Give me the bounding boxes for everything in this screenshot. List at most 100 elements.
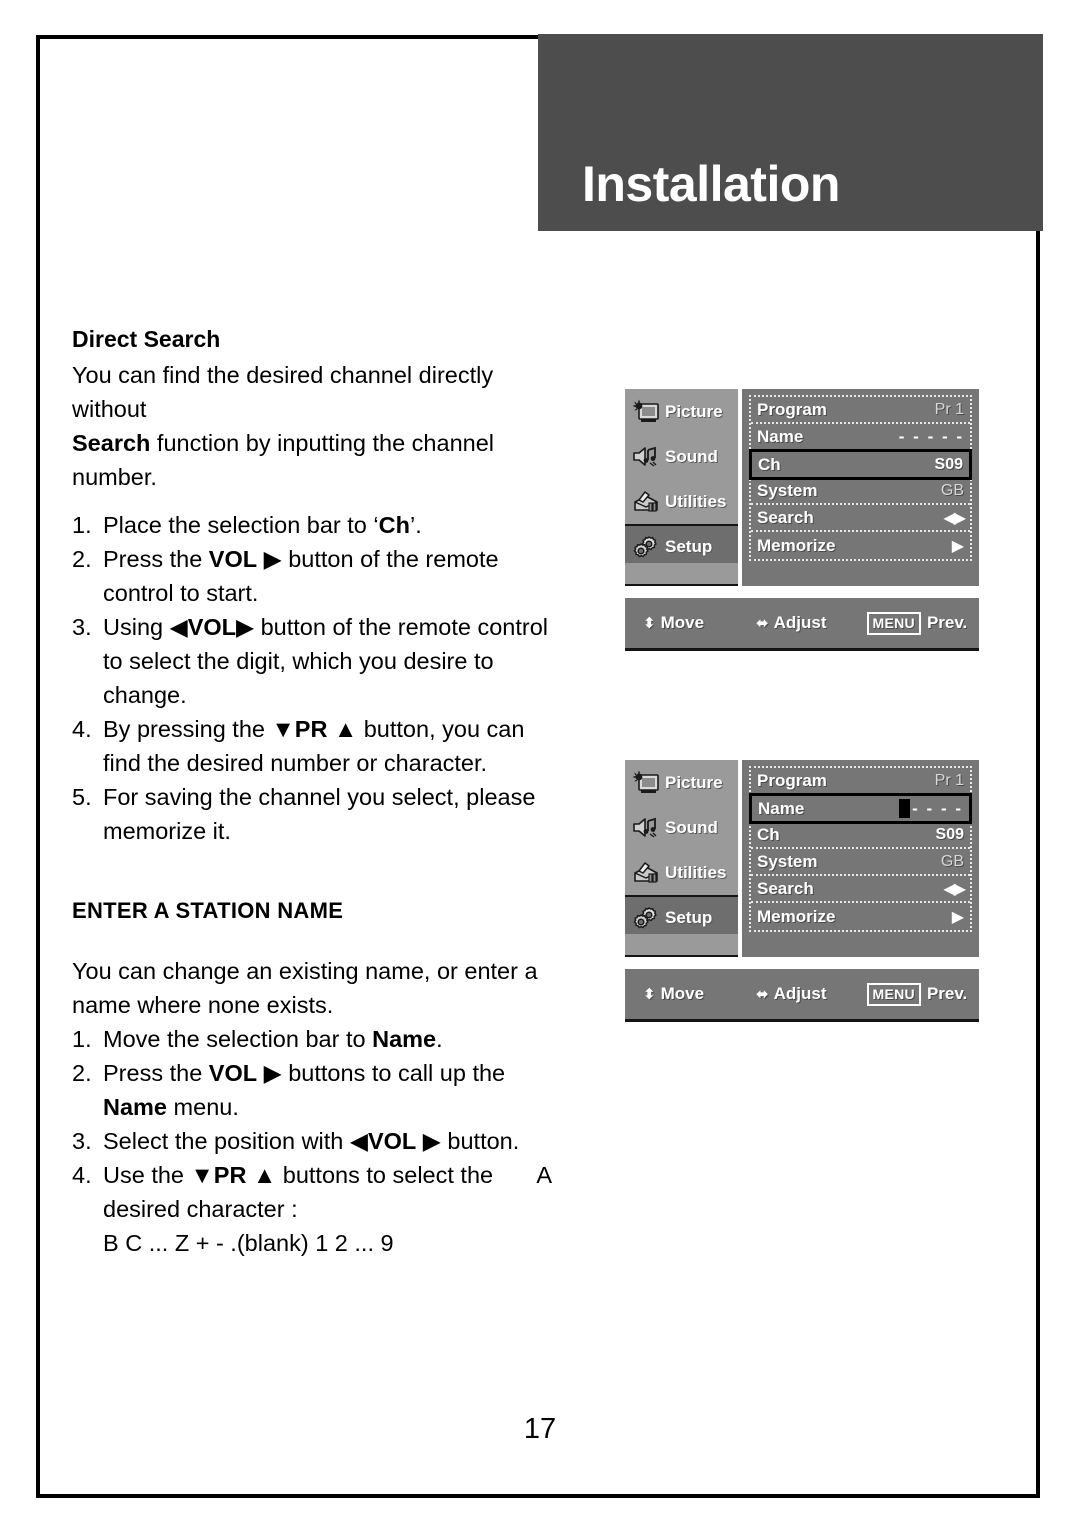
status-prev: MENU Prev. (866, 611, 968, 635)
step-text: Press the (103, 546, 209, 572)
status-adjust: ⬌ Adjust (756, 984, 826, 1004)
setup-icon (632, 534, 660, 560)
menu-key-badge: MENU (866, 611, 921, 635)
osd-row-label: Search (757, 878, 814, 898)
osd-row-search[interactable]: Search ◀▶ (751, 876, 970, 903)
osd-row-system[interactable]: System GB (751, 478, 970, 505)
step-bold: VOL (208, 546, 258, 572)
osd-row-value: - - - - - (898, 426, 964, 446)
step-number: 2. (72, 546, 92, 572)
osd-row-value: GB (940, 852, 964, 870)
osd-row-value: - - - - (912, 798, 963, 818)
osd-row-search[interactable]: Search ◀▶ (751, 505, 970, 532)
left-right-arrow-icon: ⬌ (756, 985, 768, 1003)
osd-row-program[interactable]: Program Pr 1 (751, 768, 970, 795)
list-item: 4. Use the ▼PR ▲ buttons to select the de… (72, 1158, 552, 1226)
step-text-tail: . (436, 1026, 443, 1052)
intro-bold-search: Search (72, 430, 151, 456)
step-text-tail: ’. (409, 512, 422, 538)
direct-search-steps: 1. Place the selection bar to ‘Ch’. 2. Pre… (72, 508, 552, 848)
osd-status-bar: ⬍ Move ⬌ Adjust MENU Prev. (625, 969, 979, 1022)
sound-icon (632, 444, 660, 470)
step-text-mid: ▶ buttons to call up the (257, 1060, 506, 1086)
step-text: Place the selection bar to ‘ (103, 512, 379, 538)
step-number: 4. (72, 1162, 92, 1188)
osd-row-group: Program Pr 1 Name - - - - Ch S09 System … (749, 766, 972, 932)
osd-row-value: Pr 1 (934, 400, 964, 418)
step-bold-2: Name (103, 1094, 168, 1120)
osd-options-panel: Program Pr 1 Name - - - - Ch S09 System … (742, 760, 979, 957)
osd-row-label: Name (758, 798, 805, 818)
osd-row-label: Memorize (757, 906, 836, 926)
page-title: Installation (582, 156, 840, 212)
step-text: Press the (103, 1060, 209, 1086)
step-bold: PR (213, 1162, 247, 1188)
osd-row-system[interactable]: System GB (751, 849, 970, 876)
osd-row-group: Program Pr 1 Name - - - - - Ch S09 Syste… (749, 395, 972, 561)
osd-row-value-group: - - - - (899, 798, 963, 819)
text-cursor-icon (899, 798, 911, 818)
sidebar-item-sound[interactable]: Sound (625, 805, 738, 850)
page-number: 17 (523, 1413, 557, 1445)
sidebar-item-sound[interactable]: Sound (625, 434, 738, 479)
picture-icon (632, 399, 660, 425)
sidebar-item-label: Setup (665, 536, 713, 556)
step-number: 3. (72, 1128, 92, 1154)
list-item: 3. Using ◀VOL▶ button of the remote contr… (72, 610, 552, 712)
sidebar-item-picture[interactable]: Picture (625, 389, 738, 434)
sidebar-item-utilities[interactable]: Utilities (625, 479, 738, 524)
body-text-column: Direct Search You can find the desired c… (72, 322, 552, 1260)
osd-menu: Picture Sound Utilities Setup Program Pr… (625, 760, 979, 957)
sidebar-item-label: Utilities (665, 862, 727, 882)
osd-sidebar: Picture Sound Utilities Setup (625, 760, 738, 957)
osd-row-label: Program (757, 399, 827, 419)
step-bold: Ch (378, 512, 410, 538)
list-item: 1. Place the selection bar to ‘Ch’. (72, 508, 552, 542)
osd-row-memorize[interactable]: Memorize ▶ (751, 532, 970, 559)
sidebar-item-picture[interactable]: Picture (625, 760, 738, 805)
menu-key-badge: MENU (866, 982, 921, 1006)
osd-row-name[interactable]: Name - - - - (749, 793, 972, 824)
sidebar-item-label: Utilities (665, 491, 727, 511)
step-bold: Name (372, 1026, 437, 1052)
up-down-arrow-icon: ⬍ (643, 614, 655, 632)
right-arrow-icon: ▶ (951, 907, 964, 926)
sidebar-item-label: Picture (665, 401, 723, 421)
step-bold: PR (294, 716, 328, 742)
list-item: B C ... Z + - .(blank) 1 2 ... 9 (72, 1226, 552, 1260)
right-arrow-icon: ▶ (951, 536, 964, 555)
status-move-label: Move (660, 984, 705, 1003)
osd-row-program[interactable]: Program Pr 1 (751, 397, 970, 424)
character-first: A (536, 1162, 552, 1188)
section-heading-station-name: ENTER A STATION NAME (72, 898, 344, 923)
list-item: 4. By pressing the ▼PR ▲ button, you can … (72, 712, 552, 780)
osd-row-value: S09 (935, 825, 964, 843)
sidebar-item-label: Setup (665, 907, 713, 927)
status-adjust-label: Adjust (773, 613, 827, 632)
step-text-tail: ▶ button. (416, 1128, 520, 1154)
osd-row-ch[interactable]: Ch S09 (751, 822, 970, 849)
section-enter-station-name: ENTER A STATION NAME You can change an e… (72, 894, 552, 1260)
osd-row-memorize[interactable]: Memorize ▶ (751, 903, 970, 930)
status-move: ⬍ Move (643, 984, 704, 1004)
osd-row-label: Memorize (757, 535, 836, 555)
osd-row-value: GB (940, 481, 964, 499)
list-item: 3. Select the position with ◀VOL ▶ button… (72, 1124, 552, 1158)
step-text: Use the ▼ (103, 1162, 214, 1188)
osd-row-label: Ch (757, 824, 780, 844)
step-text: Using ◀ (103, 614, 188, 640)
sidebar-item-utilities[interactable]: Utilities (625, 850, 738, 895)
step-bold: VOL (208, 1060, 258, 1086)
status-prev-label: Prev. (926, 613, 968, 632)
list-item: 2. Press the VOL ▶ button of the remote c… (72, 542, 552, 610)
status-adjust: ⬌ Adjust (756, 613, 826, 633)
step-number: 5. (72, 784, 92, 810)
osd-row-label: Name (757, 426, 804, 446)
left-right-arrow-icon: ⬌ (756, 614, 768, 632)
osd-status-bar: ⬍ Move ⬌ Adjust MENU Prev. (625, 598, 979, 651)
osd-row-name[interactable]: Name - - - - - (751, 424, 970, 451)
step-number: 4. (72, 716, 92, 742)
osd-row-ch[interactable]: Ch S09 (749, 449, 972, 480)
step-bold: VOL (367, 1128, 417, 1154)
station-name-steps: 1. Move the selection bar to Name. 2. Pres… (72, 1022, 552, 1260)
